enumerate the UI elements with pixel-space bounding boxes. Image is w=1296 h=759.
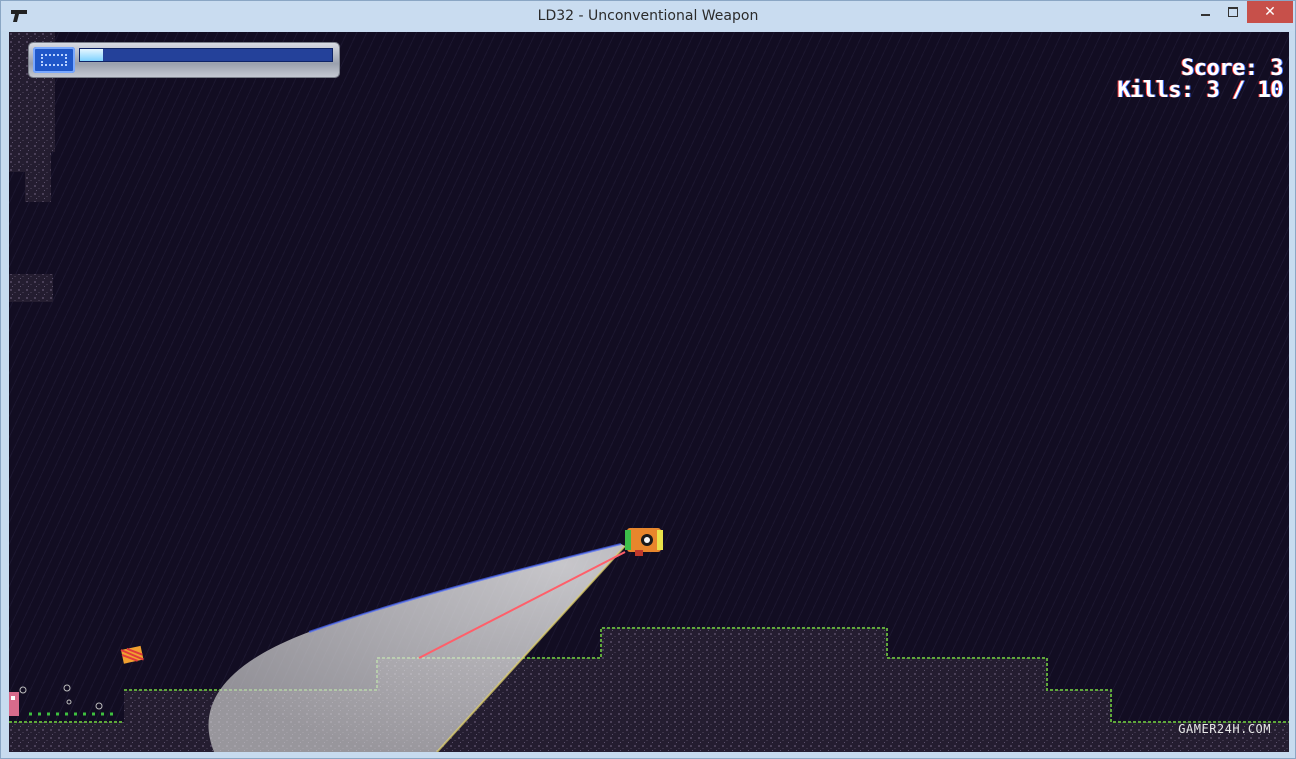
- pickup-crate: [120, 645, 144, 664]
- minimize-button[interactable]: [1191, 1, 1219, 23]
- kills-text: Kills: 3 / 10: [1117, 78, 1283, 103]
- watermark-text: GAMER24H.COM: [1178, 722, 1271, 736]
- minimize-icon: [1200, 14, 1210, 16]
- close-button[interactable]: ✕: [1247, 1, 1293, 23]
- title-bar[interactable]: LD32 - Unconventional Weapon ✕: [1, 1, 1295, 31]
- health-track: [79, 48, 333, 62]
- enemy-remains: [19, 684, 103, 710]
- maximize-button[interactable]: [1219, 1, 1247, 23]
- health-fill: [80, 49, 103, 61]
- health-badge-icon: [33, 47, 75, 73]
- window-title: LD32 - Unconventional Weapon: [537, 8, 759, 24]
- app-window: LD32 - Unconventional Weapon ✕ Score: 3 …: [0, 0, 1296, 759]
- close-icon: ✕: [1264, 4, 1276, 20]
- left-wall-ledge: [9, 274, 53, 302]
- maximize-icon: [1228, 7, 1238, 17]
- player-character: [625, 528, 663, 556]
- score-text: Score: 3: [1181, 56, 1283, 81]
- enemy-sprite: [9, 692, 19, 716]
- score-panel: Score: 3 Kills: 3 / 10: [1117, 58, 1283, 102]
- game-scene: [9, 32, 1289, 752]
- game-viewport[interactable]: Score: 3 Kills: 3 / 10 GAMER24H.COM: [9, 32, 1289, 752]
- health-bar: [29, 43, 339, 77]
